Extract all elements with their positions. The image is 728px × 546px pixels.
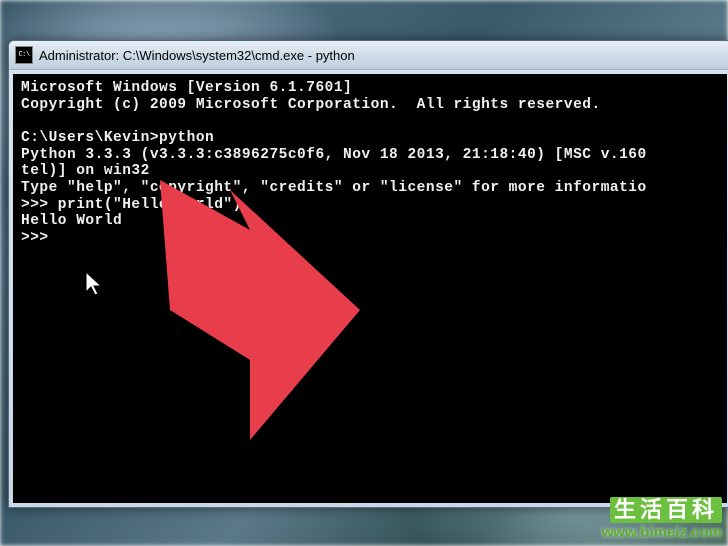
titlebar[interactable]: C:\ Administrator: C:\Windows\system32\c… <box>9 41 728 70</box>
watermark: 生活百科 www.bimeiz.com <box>602 497 722 540</box>
cmd-icon: C:\ <box>15 46 33 64</box>
terminal-output[interactable]: Microsoft Windows [Version 6.1.7601] Cop… <box>13 74 727 503</box>
watermark-brand: 生活百科 <box>610 497 722 523</box>
cmd-window: C:\ Administrator: C:\Windows\system32\c… <box>8 40 728 508</box>
window-title: Administrator: C:\Windows\system32\cmd.e… <box>39 48 355 63</box>
watermark-url: www.bimeiz.com <box>602 525 722 540</box>
